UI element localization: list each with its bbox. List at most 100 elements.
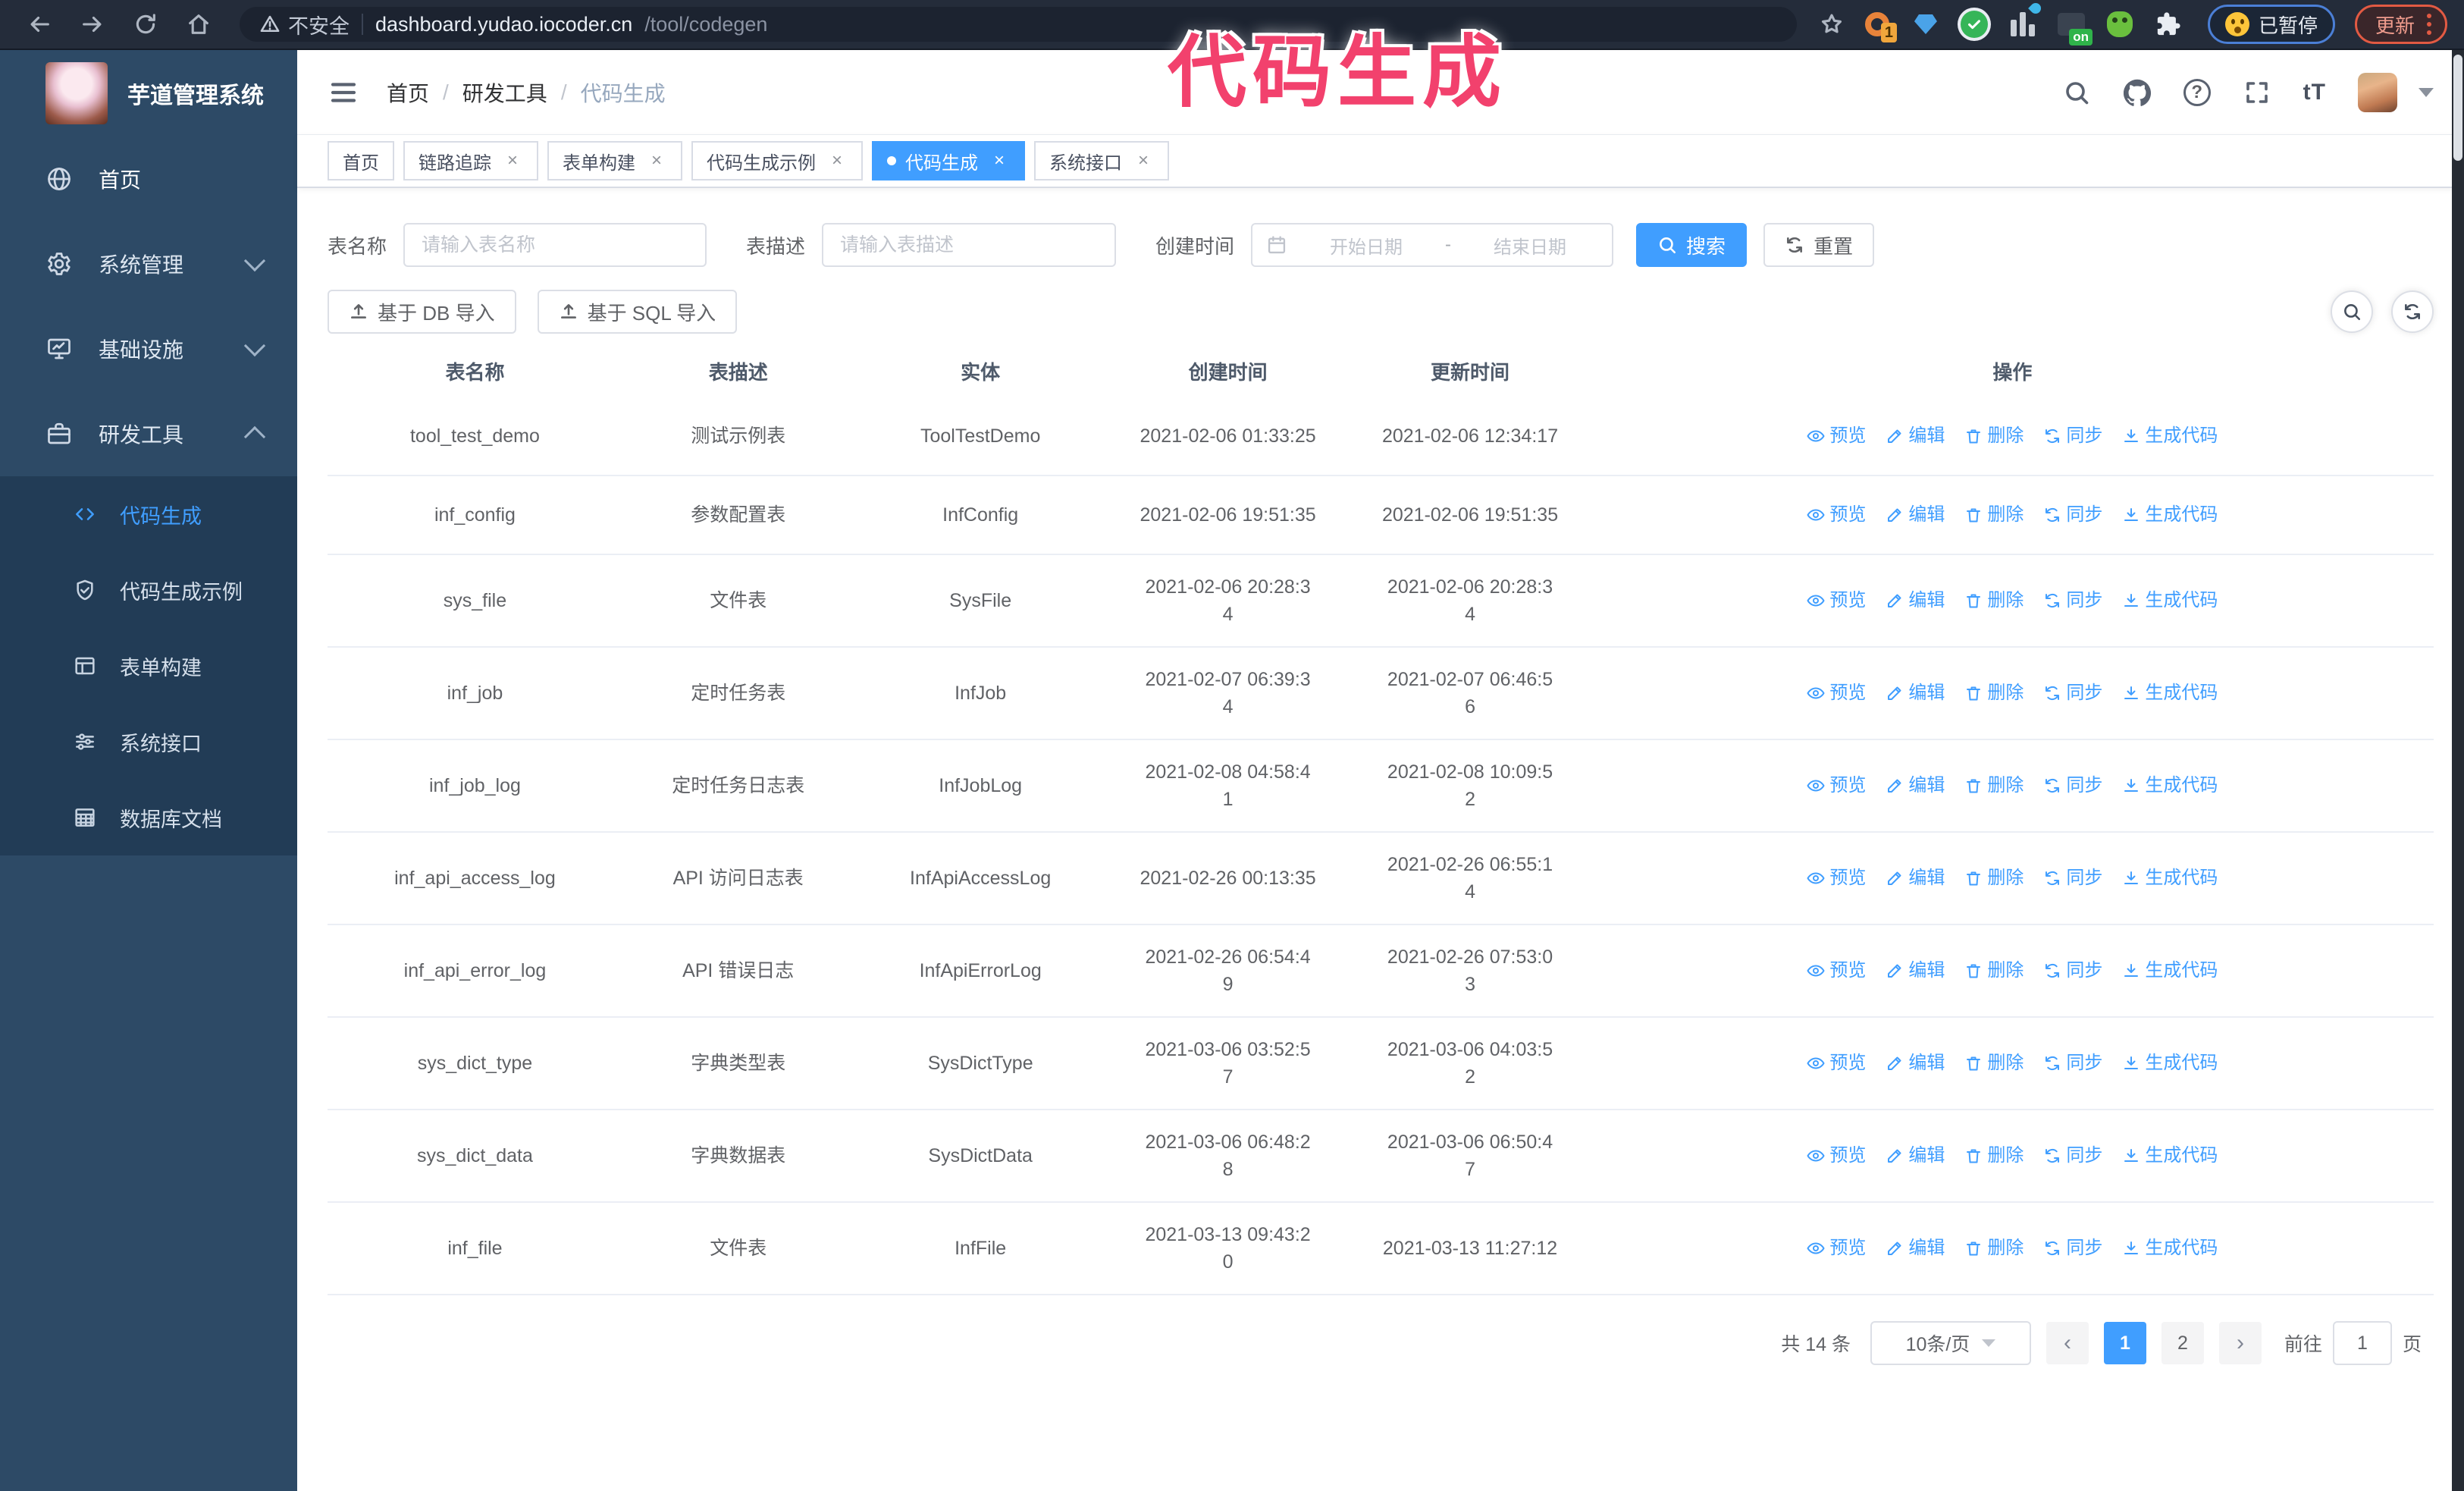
import-db-button[interactable]: 基于 DB 导入 bbox=[328, 290, 516, 334]
extensions-puzzle-icon[interactable] bbox=[2153, 9, 2183, 39]
preview-action-link[interactable]: 预览 bbox=[1807, 587, 1866, 614]
browser-forward-icon[interactable] bbox=[70, 5, 115, 44]
table-desc-input[interactable] bbox=[822, 223, 1117, 267]
delete-action-link[interactable]: 删除 bbox=[1964, 772, 2024, 799]
close-icon[interactable]: × bbox=[502, 150, 523, 171]
tab-system-api[interactable]: 系统接口 × bbox=[1034, 141, 1169, 180]
edit-action-link[interactable]: 编辑 bbox=[1886, 772, 1945, 799]
next-page-button[interactable]: › bbox=[2218, 1322, 2262, 1364]
breadcrumb-home[interactable]: 首页 bbox=[387, 77, 429, 108]
sync-action-link[interactable]: 同步 bbox=[2043, 772, 2102, 799]
generate-code-action-link[interactable]: 生成代码 bbox=[2122, 1050, 2218, 1077]
reset-button[interactable]: 重置 bbox=[1763, 223, 1875, 267]
delete-action-link[interactable]: 删除 bbox=[1964, 501, 2024, 529]
tab-form-builder[interactable]: 表单构建 × bbox=[547, 141, 682, 180]
browser-menu-kebab-icon[interactable] bbox=[2427, 14, 2431, 35]
generate-code-action-link[interactable]: 生成代码 bbox=[2122, 957, 2218, 984]
edit-action-link[interactable]: 编辑 bbox=[1886, 1142, 1945, 1169]
delete-action-link[interactable]: 删除 bbox=[1964, 1050, 2024, 1077]
scrollbar-thumb[interactable] bbox=[2453, 55, 2462, 161]
generate-code-action-link[interactable]: 生成代码 bbox=[2122, 422, 2218, 450]
edit-action-link[interactable]: 编辑 bbox=[1886, 957, 1945, 984]
fullscreen-icon[interactable] bbox=[2243, 78, 2271, 107]
sidebar-item-dev-tools[interactable]: 研发工具 bbox=[0, 391, 297, 476]
browser-home-icon[interactable] bbox=[176, 5, 221, 44]
delete-action-link[interactable]: 删除 bbox=[1964, 587, 2024, 614]
close-icon[interactable]: × bbox=[646, 150, 667, 171]
browser-reload-icon[interactable] bbox=[123, 5, 168, 44]
delete-action-link[interactable]: 删除 bbox=[1964, 865, 2024, 892]
toggle-search-button[interactable] bbox=[2331, 290, 2373, 333]
page-button-1[interactable]: 1 bbox=[2103, 1322, 2146, 1364]
preview-action-link[interactable]: 预览 bbox=[1807, 957, 1866, 984]
sidebar-item-code-generation[interactable]: 代码生成 bbox=[0, 476, 297, 552]
app-logo-row[interactable]: 芋道管理系统 bbox=[0, 50, 297, 137]
generate-code-action-link[interactable]: 生成代码 bbox=[2122, 680, 2218, 707]
sync-action-link[interactable]: 同步 bbox=[2043, 1142, 2102, 1169]
table-name-input[interactable] bbox=[403, 223, 707, 267]
delete-action-link[interactable]: 删除 bbox=[1964, 1235, 2024, 1262]
sidebar-item-system-api[interactable]: 系统接口 bbox=[0, 704, 297, 780]
extension-gem-icon[interactable] bbox=[1911, 9, 1941, 39]
bookmark-star-icon[interactable] bbox=[1815, 5, 1848, 44]
delete-action-link[interactable]: 删除 bbox=[1964, 422, 2024, 450]
sync-action-link[interactable]: 同步 bbox=[2043, 501, 2102, 529]
tab-tracing[interactable]: 链路追踪 × bbox=[403, 141, 538, 180]
delete-action-link[interactable]: 删除 bbox=[1964, 957, 2024, 984]
github-icon[interactable] bbox=[2123, 78, 2152, 107]
address-bar[interactable]: 不安全 dashboard.yudao.iocoder.cn/tool/code… bbox=[240, 7, 1797, 42]
profile-paused-badge[interactable]: 已暂停 bbox=[2207, 5, 2335, 44]
not-secure-chip[interactable]: 不安全 bbox=[259, 10, 350, 39]
extension-check-icon[interactable] bbox=[1959, 9, 1989, 39]
generate-code-action-link[interactable]: 生成代码 bbox=[2122, 501, 2218, 529]
delete-action-link[interactable]: 删除 bbox=[1964, 1142, 2024, 1169]
search-button[interactable]: 搜索 bbox=[1636, 223, 1748, 267]
tab-code-gen-example[interactable]: 代码生成示例 × bbox=[691, 141, 863, 180]
preview-action-link[interactable]: 预览 bbox=[1807, 772, 1866, 799]
edit-action-link[interactable]: 编辑 bbox=[1886, 1235, 1945, 1262]
edit-action-link[interactable]: 编辑 bbox=[1886, 501, 1945, 529]
edit-action-link[interactable]: 编辑 bbox=[1886, 587, 1945, 614]
prev-page-button[interactable]: ‹ bbox=[2045, 1322, 2089, 1364]
extension-orange-icon[interactable]: 1 bbox=[1862, 9, 1897, 42]
tab-code-generation[interactable]: 代码生成 × bbox=[872, 141, 1025, 180]
preview-action-link[interactable]: 预览 bbox=[1807, 865, 1866, 892]
sync-action-link[interactable]: 同步 bbox=[2043, 865, 2102, 892]
create-time-range-picker[interactable]: 开始日期 - 结束日期 bbox=[1251, 223, 1614, 267]
browser-update-button[interactable]: 更新 bbox=[2354, 5, 2447, 44]
preview-action-link[interactable]: 预览 bbox=[1807, 422, 1866, 450]
breadcrumb-dev-tools[interactable]: 研发工具 bbox=[462, 77, 547, 108]
generate-code-action-link[interactable]: 生成代码 bbox=[2122, 587, 2218, 614]
edit-action-link[interactable]: 编辑 bbox=[1886, 680, 1945, 707]
close-icon[interactable]: × bbox=[989, 150, 1010, 171]
preview-action-link[interactable]: 预览 bbox=[1807, 1235, 1866, 1262]
caret-down-icon[interactable] bbox=[2419, 87, 2434, 97]
sidebar-item-form-builder[interactable]: 表单构建 bbox=[0, 628, 297, 704]
generate-code-action-link[interactable]: 生成代码 bbox=[2122, 1235, 2218, 1262]
extension-on-icon[interactable]: on bbox=[2056, 9, 2093, 46]
close-icon[interactable]: × bbox=[826, 150, 848, 171]
sidebar-collapse-icon[interactable] bbox=[328, 77, 359, 108]
browser-back-icon[interactable] bbox=[17, 5, 62, 44]
avatar[interactable] bbox=[2358, 72, 2397, 112]
page-button-2[interactable]: 2 bbox=[2161, 1322, 2204, 1364]
sidebar-item-code-gen-example[interactable]: 代码生成示例 bbox=[0, 552, 297, 628]
search-icon[interactable] bbox=[2062, 78, 2091, 107]
sidebar-item-database-doc[interactable]: 数据库文档 bbox=[0, 780, 297, 855]
close-icon[interactable]: × bbox=[1133, 150, 1154, 171]
delete-action-link[interactable]: 删除 bbox=[1964, 680, 2024, 707]
edit-action-link[interactable]: 编辑 bbox=[1886, 865, 1945, 892]
edit-action-link[interactable]: 编辑 bbox=[1886, 422, 1945, 450]
tab-home[interactable]: 首页 bbox=[328, 141, 394, 180]
preview-action-link[interactable]: 预览 bbox=[1807, 1142, 1866, 1169]
sidebar-item-system[interactable]: 系统管理 bbox=[0, 221, 297, 306]
goto-page-input[interactable] bbox=[2332, 1321, 2392, 1365]
preview-action-link[interactable]: 预览 bbox=[1807, 680, 1866, 707]
generate-code-action-link[interactable]: 生成代码 bbox=[2122, 1142, 2218, 1169]
extension-columns-icon[interactable] bbox=[2008, 1, 2043, 39]
sync-action-link[interactable]: 同步 bbox=[2043, 587, 2102, 614]
extension-green-animal-icon[interactable] bbox=[2105, 9, 2135, 39]
sync-action-link[interactable]: 同步 bbox=[2043, 680, 2102, 707]
sidebar-item-infrastructure[interactable]: 基础设施 bbox=[0, 306, 297, 391]
generate-code-action-link[interactable]: 生成代码 bbox=[2122, 772, 2218, 799]
